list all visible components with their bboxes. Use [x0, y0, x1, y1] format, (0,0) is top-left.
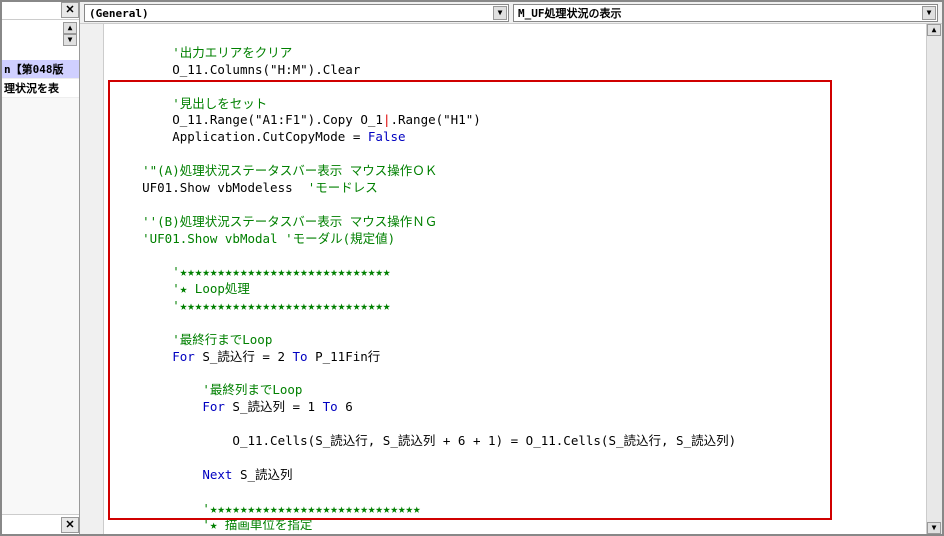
chevron-down-icon[interactable]: ▼	[922, 6, 936, 20]
code-comment: 'モードレス	[308, 180, 378, 195]
chevron-down-icon[interactable]: ▼	[493, 6, 507, 20]
code-wrap: '出力エリアをクリア O_11.Columns("H:M").Clear '見出…	[80, 24, 942, 534]
code-comment: '★★★★★★★★★★★★★★★★★★★★★★★★★★★★	[202, 501, 420, 516]
code-comment: ''(B)処理状況ステータスバー表示 マウス操作ＮＧ	[142, 214, 437, 229]
tree-scroll[interactable]: ▲ ▼	[63, 22, 77, 46]
code-text: O_11.Columns("H:M").Clear	[172, 62, 360, 77]
code-text: P_11Fin行	[308, 349, 381, 364]
code-comment: '最終行までLoop	[172, 332, 272, 347]
code-text: S_読込列 = 1	[225, 399, 323, 414]
pane-titlebar: ✕	[2, 2, 79, 20]
margin-indicator	[80, 24, 104, 534]
code-editor[interactable]: '出力エリアをクリア O_11.Columns("H:M").Clear '見出…	[104, 24, 926, 534]
procedure-dropdown[interactable]: M_UF処理状況の表示 ▼	[513, 4, 938, 22]
code-comment: '★★★★★★★★★★★★★★★★★★★★★★★★★★★★	[172, 298, 390, 313]
code-text: S_読込行 = 2	[195, 349, 293, 364]
splitter-area	[2, 98, 79, 514]
code-text: .Range("H1")	[390, 112, 480, 127]
code-text: O_11.Range("A1:F1").Copy O_1	[172, 112, 383, 127]
tree-items: n【第048版 理状況を表	[2, 60, 79, 98]
code-comment: '最終列までLoop	[202, 382, 302, 397]
code-text: O_11.Cells(S_読込行, S_読込列 + 6 + 1) = O_11.…	[232, 433, 736, 448]
code-text: UF01.Show vbModeless	[142, 180, 308, 195]
close-icon[interactable]: ✕	[61, 2, 79, 18]
scroll-down-icon[interactable]: ▼	[63, 34, 77, 46]
object-dropdown-value: (General)	[89, 7, 149, 20]
code-comment: '"(A)処理状況ステータスバー表示 マウス操作ＯＫ	[142, 163, 437, 178]
project-explorer-pane: ✕ ▲ ▼ n【第048版 理状況を表 ✕	[2, 2, 80, 534]
code-keyword: False	[368, 129, 406, 144]
code-keyword: For	[202, 399, 225, 414]
code-text: S_読込列	[232, 467, 292, 482]
vertical-scrollbar[interactable]: ▲ ▼	[926, 24, 942, 534]
code-pane: (General) ▼ M_UF処理状況の表示 ▼ '出力エリアをクリア O_1…	[80, 2, 942, 534]
object-dropdown[interactable]: (General) ▼	[84, 4, 509, 22]
code-text: Application.CutCopyMode =	[172, 129, 368, 144]
tree-item[interactable]: 理状況を表	[2, 79, 79, 98]
vbe-window: ✕ ▲ ▼ n【第048版 理状況を表 ✕ (General) ▼ M_UF処理…	[2, 2, 942, 534]
code-comment: '★ 描画単位を指定	[202, 517, 312, 532]
code-keyword: To	[293, 349, 308, 364]
scroll-up-icon[interactable]: ▲	[63, 22, 77, 34]
code-keyword: For	[172, 349, 195, 364]
scroll-down-icon[interactable]: ▼	[927, 522, 941, 534]
code-comment: '見出しをセット	[172, 96, 267, 111]
project-tree[interactable]: ▲ ▼	[2, 20, 79, 60]
code-comment: '出力エリアをクリア	[172, 45, 292, 60]
object-proc-dropdowns: (General) ▼ M_UF処理状況の表示 ▼	[80, 2, 942, 24]
code-comment: '★★★★★★★★★★★★★★★★★★★★★★★★★★★★	[172, 264, 390, 279]
procedure-dropdown-value: M_UF処理状況の表示	[518, 5, 622, 21]
code-text: 6	[338, 399, 353, 414]
close-icon[interactable]: ✕	[61, 517, 79, 533]
code-keyword: To	[323, 399, 338, 414]
properties-pane-header: ✕	[2, 514, 79, 534]
scroll-up-icon[interactable]: ▲	[927, 24, 941, 36]
code-keyword: Next	[202, 467, 232, 482]
code-comment: 'UF01.Show vbModal 'モーダル(規定値)	[142, 231, 395, 246]
code-comment: '★ Loop処理	[172, 281, 250, 296]
tree-item[interactable]: n【第048版	[2, 60, 79, 79]
